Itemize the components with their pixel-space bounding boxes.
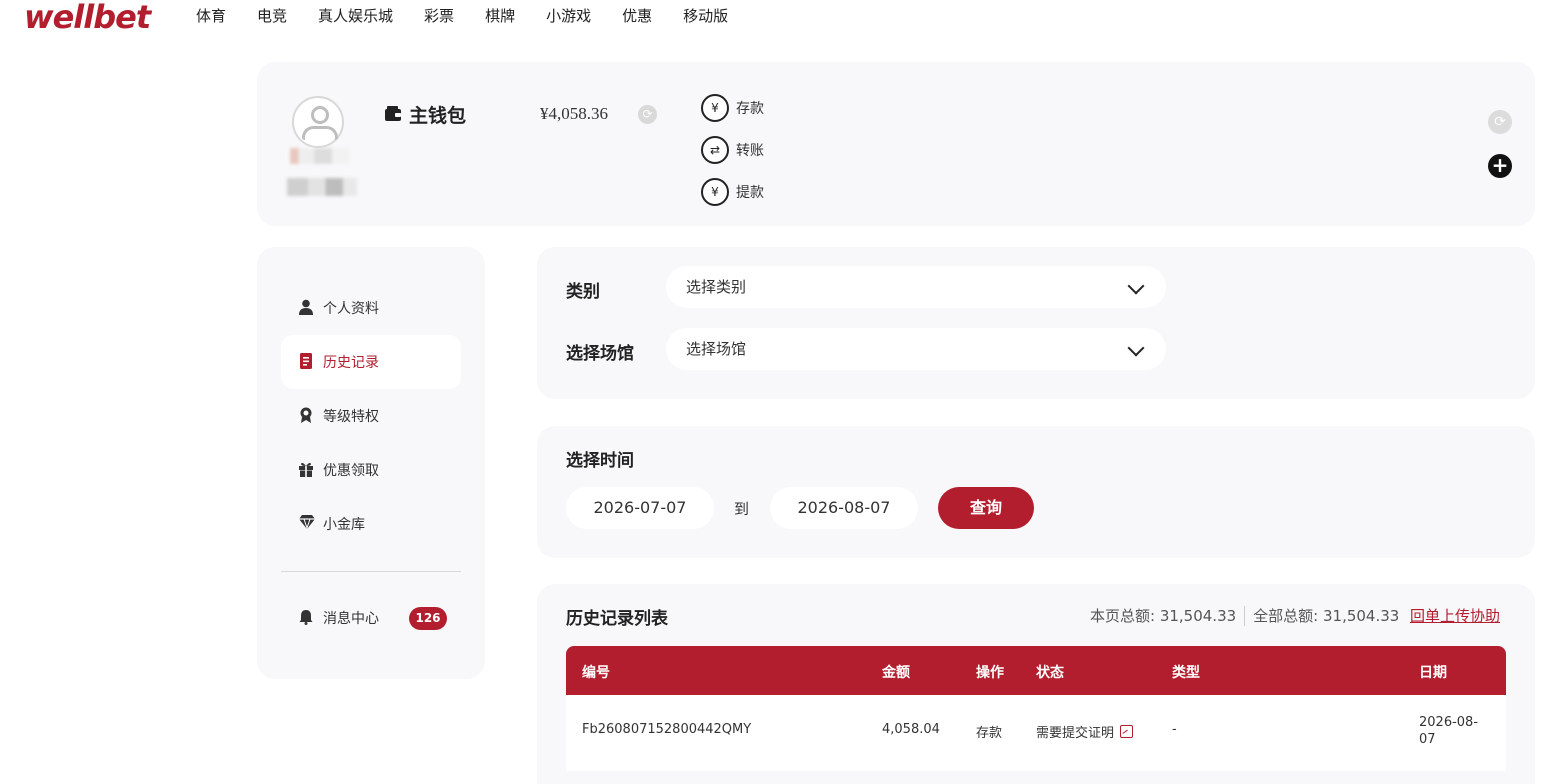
receipt-upload-link[interactable]: 回单上传协助 [1410,605,1500,626]
sidebar-item-label: 历史记录 [323,355,379,371]
main-nav: 体育 电竞 真人娱乐城 彩票 棋牌 小游戏 优惠 移动版 [196,5,759,27]
deposit-icon[interactable]: ¥ [701,94,729,122]
withdraw-icon[interactable]: ¥ [701,178,729,206]
nav-item-lottery[interactable]: 彩票 [424,5,454,27]
nav-item-promotions[interactable]: 优惠 [622,5,652,27]
gift-icon [299,461,313,477]
transfer-icon[interactable]: ⇄ [701,136,729,164]
end-date-field[interactable]: 2026-08-07 [770,487,918,529]
column-header-id: 编号 [582,665,610,681]
refresh-balance-icon[interactable]: ⟳ [638,105,657,124]
row-action: 存款 [976,726,1003,741]
category-label: 类别 [566,282,600,302]
avatar-body-icon [302,126,338,140]
row-date-line1: 2026-08- [1419,715,1479,730]
wallet-icon [385,106,401,121]
sidebar-item-label: 等级特权 [323,409,379,425]
withdraw-button[interactable]: 提款 [736,182,764,202]
upload-proof-icon[interactable] [1120,725,1134,738]
bell-icon [299,609,313,625]
message-count-badge: 126 [409,607,447,630]
nav-item-live-casino[interactable]: 真人娱乐城 [318,5,393,27]
table-row[interactable]: Fb260807152800442QMY 4,058.04 存款 需要提交证明 … [566,695,1506,771]
blurred-user-id [287,178,357,196]
venue-select[interactable]: 选择场馆 [666,328,1166,370]
sidebar-item-vault[interactable]: 小金库 [281,497,461,551]
chevron-down-icon [1127,277,1145,295]
all-total: 全部总额: 31,504.33 [1253,607,1400,625]
nav-item-chess-cards[interactable]: 棋牌 [485,5,515,27]
totals-summary: 本页总额: 31,504.33 全部总额: 31,504.33 [1090,605,1399,626]
row-type: - [1172,722,1177,737]
category-select-value: 选择类别 [686,278,747,296]
column-header-action: 操作 [976,665,1004,681]
sidebar-item-history[interactable]: 历史记录 [281,335,461,389]
column-header-date: 日期 [1419,665,1447,681]
row-date: 2026-08- 07 [1419,714,1478,748]
category-select[interactable]: 选择类别 [666,266,1166,308]
row-id: Fb260807152800442QMY [582,722,752,737]
column-header-type: 类型 [1172,665,1200,681]
chevron-down-icon [1127,339,1145,357]
sidebar-item-promo-claim[interactable]: 优惠领取 [281,443,461,497]
refresh-all-icon[interactable]: ⟳ [1488,110,1512,134]
nav-item-sports[interactable]: 体育 [196,5,226,27]
deposit-button[interactable]: 存款 [736,98,764,118]
add-wallet-button[interactable]: + [1488,154,1512,178]
venue-label: 选择场馆 [566,344,634,364]
totals-divider [1244,605,1246,626]
sidebar-item-profile[interactable]: 个人资料 [281,281,461,335]
nav-item-esports[interactable]: 电竞 [257,5,287,27]
venue-select-value: 选择场馆 [686,340,747,358]
main-wallet-title: 主钱包 [409,105,467,127]
wallet-balance: ¥4,058.36 [540,104,608,123]
time-label: 选择时间 [566,451,634,471]
wallet-panel [257,62,1535,226]
diamond-icon [299,515,315,531]
medal-icon [299,407,313,423]
sidebar-item-vip-privileges[interactable]: 等级特权 [281,389,461,443]
sidebar-item-label: 个人资料 [323,301,379,317]
page-total: 本页总额: 31,504.33 [1090,607,1237,625]
sidebar-item-label: 小金库 [323,517,365,533]
history-icon [299,353,313,369]
history-table-header: 编号 金额 操作 状态 类型 日期 [566,646,1506,695]
row-amount: 4,058.04 [882,722,940,737]
sidebar-item-label: 消息中心 [323,611,379,627]
column-header-status: 状态 [1036,665,1064,681]
column-header-amount: 金额 [882,665,910,681]
nav-item-mobile[interactable]: 移动版 [683,5,728,27]
history-list-title: 历史记录列表 [566,609,668,629]
sidebar-divider [281,571,461,572]
wellbet-logo[interactable]: wellbet [24,0,151,36]
user-icon [299,299,313,315]
row-status: 需要提交证明 [1036,722,1134,741]
row-status-text: 需要提交证明 [1036,726,1115,741]
transfer-button[interactable]: 转账 [736,140,764,160]
blurred-username [290,148,350,164]
date-range-separator: 到 [734,500,750,518]
avatar-head-icon [311,106,329,124]
row-date-line2: 07 [1419,732,1436,747]
start-date-field[interactable]: 2026-07-07 [566,487,714,529]
nav-item-mini-games[interactable]: 小游戏 [546,5,591,27]
sidebar-item-label: 优惠领取 [323,463,379,479]
query-button[interactable]: 查询 [938,487,1034,529]
